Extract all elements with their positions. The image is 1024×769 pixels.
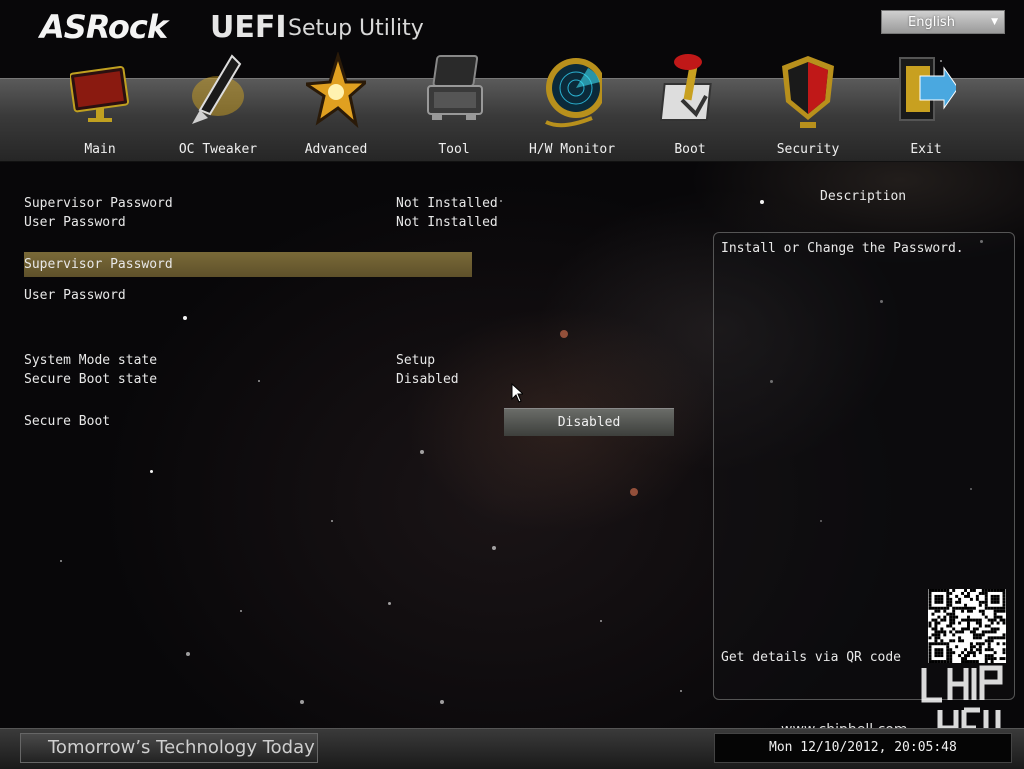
language-select[interactable]: English ▼ xyxy=(881,10,1005,34)
radar-icon xyxy=(542,52,606,134)
star xyxy=(760,200,764,204)
star xyxy=(150,470,153,473)
user-status-label: User Password xyxy=(24,215,126,230)
shield-icon xyxy=(778,52,838,134)
toolbox-icon xyxy=(424,52,484,134)
tab-exit[interactable]: Exit xyxy=(871,57,981,160)
star xyxy=(680,690,682,692)
exit-door-icon xyxy=(896,52,959,134)
star xyxy=(492,546,496,550)
qr-code-icon[interactable] xyxy=(928,589,1006,663)
tab-security[interactable]: Security xyxy=(753,56,863,160)
header: ASRock UEFI Setup Utility English ▼ xyxy=(0,0,1024,78)
secure-boot-state-value: Disabled xyxy=(396,372,459,387)
chevron-down-icon: ▼ xyxy=(991,17,998,27)
star xyxy=(560,330,568,338)
slogan-text: Tomorrow’s Technology Today xyxy=(48,737,315,758)
description-title: Description xyxy=(820,189,907,204)
tab-boot[interactable]: Boot xyxy=(635,54,745,160)
tab-tool[interactable]: Tool xyxy=(399,55,509,160)
supervisor-status-value: Not Installed xyxy=(396,196,498,211)
star xyxy=(240,610,242,612)
supervisor-password-item[interactable]: Supervisor Password xyxy=(24,257,173,272)
star xyxy=(388,602,391,605)
star xyxy=(500,200,502,202)
tab-label: Exit xyxy=(910,142,942,157)
tab-label: Tool xyxy=(438,142,470,157)
rocket-icon xyxy=(188,52,248,134)
secure-boot-dropdown[interactable]: Disabled xyxy=(504,408,674,436)
star xyxy=(258,380,260,382)
secure-boot-label: Secure Boot xyxy=(24,414,111,429)
power-switch-icon xyxy=(659,52,720,134)
star xyxy=(420,450,424,454)
mouse-cursor-icon xyxy=(511,383,523,403)
tab-label: Advanced xyxy=(304,142,368,157)
tab-hw-monitor[interactable]: H/W Monitor xyxy=(517,58,627,160)
star xyxy=(600,620,602,622)
star xyxy=(440,700,444,704)
supervisor-status-label: Supervisor Password xyxy=(24,196,173,211)
user-status-value: Not Installed xyxy=(396,215,498,230)
system-mode-value: Setup xyxy=(396,353,436,368)
tab-advanced[interactable]: Advanced xyxy=(281,50,391,160)
star xyxy=(300,700,304,704)
product-title: UEFI xyxy=(210,10,287,45)
description-text: Install or Change the Password. xyxy=(721,241,964,256)
star xyxy=(183,316,187,320)
star xyxy=(331,520,333,522)
clock-text: Mon 12/10/2012, 20:05:48 xyxy=(769,740,957,755)
star-icon xyxy=(301,50,370,134)
star xyxy=(60,560,62,562)
monitor-icon xyxy=(69,52,130,134)
tab-label: Boot xyxy=(674,142,706,157)
brand-logo: ASRock xyxy=(40,8,168,46)
tab-oc-tweaker[interactable]: OC Tweaker xyxy=(163,54,273,160)
product-subtitle: Setup Utility xyxy=(288,16,424,41)
language-value: English xyxy=(908,15,955,30)
user-password-item[interactable]: User Password xyxy=(24,288,126,303)
star xyxy=(186,652,190,656)
secure-boot-state-label: Secure Boot state xyxy=(24,372,158,387)
tab-label: Security xyxy=(776,142,840,157)
star xyxy=(630,488,638,496)
tab-label: OC Tweaker xyxy=(178,142,258,157)
tab-main[interactable]: Main xyxy=(45,65,155,160)
qr-code-caption: Get details via QR code xyxy=(721,650,902,665)
system-mode-label: System Mode state xyxy=(24,353,158,368)
tab-label: Main xyxy=(84,142,116,157)
tab-label: H/W Monitor xyxy=(528,142,616,157)
